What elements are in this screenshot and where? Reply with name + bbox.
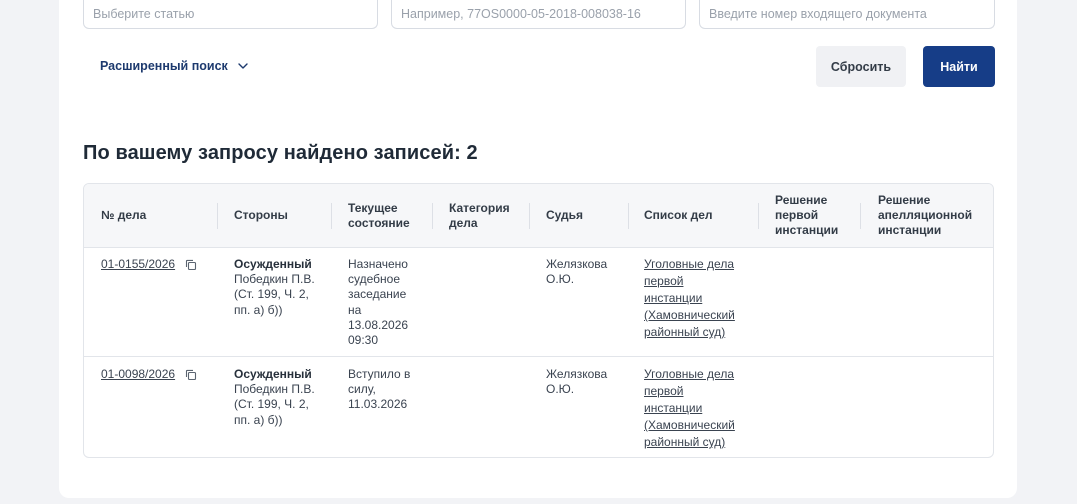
case-number-link[interactable]: 01-0098/2026 [101, 367, 175, 382]
status-cell: Назначено судебное заседание на 13.08.20… [348, 257, 409, 348]
column-divider [628, 203, 629, 229]
case-number-link[interactable]: 01-0155/2026 [101, 257, 175, 272]
column-divider [758, 203, 759, 229]
advanced-search-label: Расширенный поиск [100, 59, 228, 73]
table-row: 01-0098/2026 Осужденный Победкин П.В. (С… [84, 357, 993, 457]
parties-cell: Осужденный Победкин П.В. (Ст. 199, Ч. 2,… [234, 257, 316, 318]
chevron-down-icon [238, 63, 248, 69]
find-button[interactable]: Найти [923, 46, 995, 87]
column-header-judge: Судья [546, 208, 584, 222]
status-cell: Вступило в силу, 11.03.2026 [348, 367, 411, 412]
incoming-document-input[interactable] [699, 0, 995, 29]
article-input[interactable] [83, 0, 378, 29]
copy-icon[interactable] [185, 259, 197, 271]
column-header-appeal: Решение апелляционной инстанции [878, 193, 973, 237]
party-details: Победкин П.В. (Ст. 199, Ч. 2, пп. а) б)) [234, 272, 315, 317]
party-role: Осужденный [234, 257, 312, 271]
judge-cell: Желязкова О.Ю. [546, 367, 608, 397]
column-header-first-instance: Решение первой инстанции [775, 193, 839, 237]
column-divider [860, 203, 861, 229]
search-card: Расширенный поиск Сбросить Найти По ваше… [59, 0, 1017, 498]
column-header-parties: Стороны [234, 208, 288, 222]
column-header-category: Категория дела [449, 201, 510, 230]
copy-icon[interactable] [185, 369, 197, 381]
column-header-status: Текущее состояние [348, 201, 410, 230]
column-header-case-number: № дела [101, 208, 147, 222]
parties-cell: Осужденный Победкин П.В. (Ст. 199, Ч. 2,… [234, 367, 316, 428]
case-list-link[interactable]: Уголовные дела первой инстанции (Хамовни… [644, 256, 744, 341]
table-row: 01-0155/2026 Осужденный Победкин П.В. (С… [84, 247, 993, 357]
column-divider [529, 203, 530, 229]
advanced-search-toggle[interactable]: Расширенный поиск [100, 57, 249, 75]
reset-button[interactable]: Сбросить [816, 46, 906, 87]
judge-cell: Желязкова О.Ю. [546, 257, 608, 287]
results-title: По вашему запросу найдено записей: 2 [83, 142, 478, 164]
results-table: № дела Стороны Текущее состояние Категор… [83, 183, 994, 458]
party-details: Победкин П.В. (Ст. 199, Ч. 2, пп. а) б)) [234, 382, 315, 427]
column-divider [432, 203, 433, 229]
party-role: Осужденный [234, 367, 312, 381]
column-header-case-list: Список дел [644, 208, 713, 222]
column-divider [331, 203, 332, 229]
case-list-link[interactable]: Уголовные дела первой инстанции (Хамовни… [644, 366, 744, 451]
column-divider [217, 203, 218, 229]
table-header: № дела Стороны Текущее состояние Категор… [84, 184, 993, 248]
case-number-input[interactable] [391, 0, 686, 29]
